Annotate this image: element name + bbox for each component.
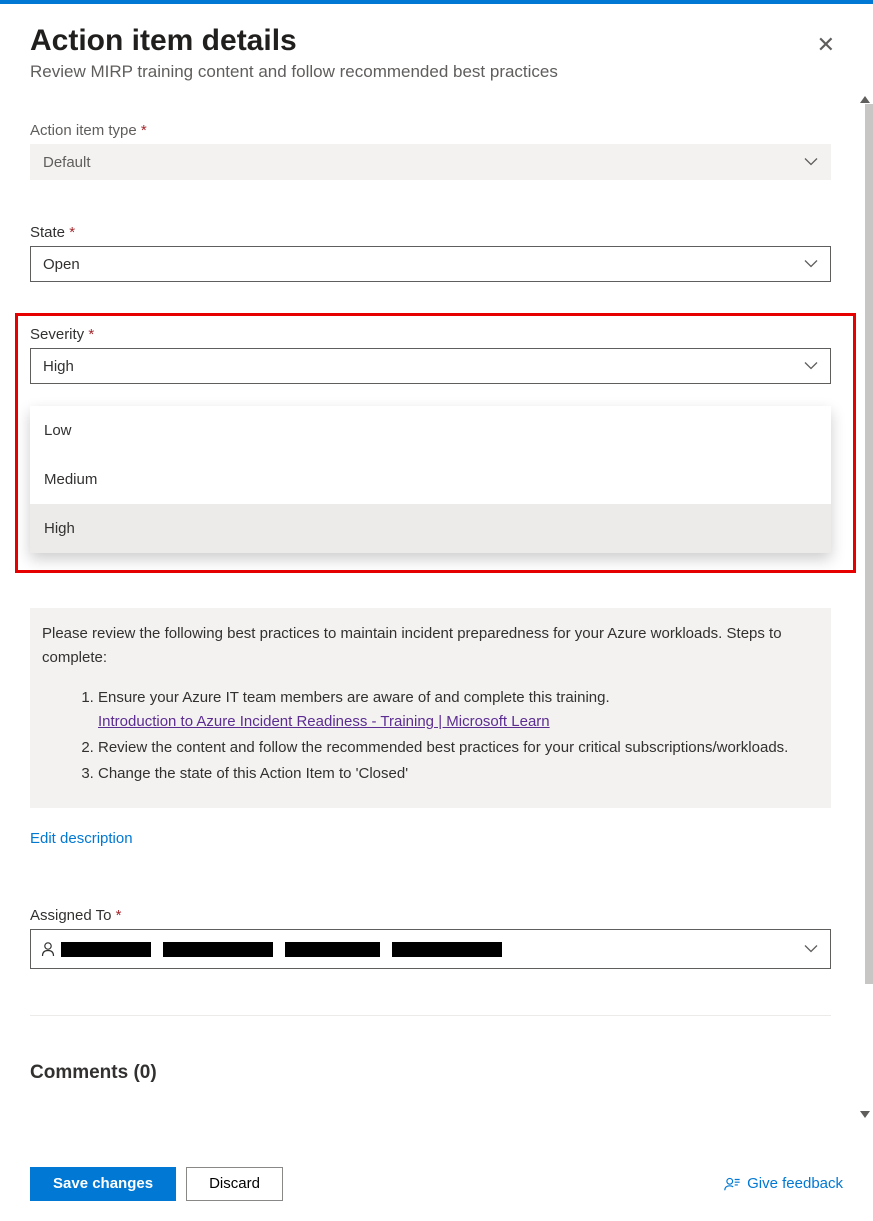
field-state: State * Open bbox=[30, 224, 831, 282]
panel-subtitle: Review MIRP training content and follow … bbox=[30, 62, 558, 82]
required-asterisk: * bbox=[69, 224, 75, 241]
chevron-down-icon bbox=[804, 945, 818, 954]
redacted-text bbox=[285, 942, 380, 957]
severity-option-high[interactable]: High bbox=[30, 504, 831, 553]
description-step-2: Review the content and follow the recomm… bbox=[98, 736, 819, 760]
scrollbar-thumb[interactable] bbox=[865, 104, 873, 984]
field-assigned-to: Assigned To * bbox=[30, 907, 831, 969]
select-value: Open bbox=[43, 256, 80, 273]
feedback-icon bbox=[723, 1175, 741, 1193]
required-asterisk: * bbox=[141, 122, 147, 139]
description-intro: Please review the following best practic… bbox=[42, 622, 819, 670]
panel-title: Action item details bbox=[30, 24, 558, 58]
label-assigned-to: Assigned To * bbox=[30, 907, 831, 924]
give-feedback-link[interactable]: Give feedback bbox=[723, 1175, 843, 1193]
severity-option-medium[interactable]: Medium bbox=[30, 455, 831, 504]
footer-bar: Save changes Discard Give feedback bbox=[0, 1145, 873, 1221]
select-assigned-to[interactable] bbox=[30, 929, 831, 969]
label-state: State * bbox=[30, 224, 831, 241]
select-state[interactable]: Open bbox=[30, 246, 831, 282]
redacted-text bbox=[163, 942, 273, 957]
redacted-text bbox=[392, 942, 502, 957]
severity-option-low[interactable]: Low bbox=[30, 406, 831, 455]
close-button[interactable]: ✕ bbox=[809, 30, 843, 60]
section-divider bbox=[30, 1015, 831, 1016]
chevron-down-icon bbox=[804, 260, 818, 269]
label-severity: Severity * bbox=[30, 326, 831, 343]
chevron-down-icon bbox=[804, 158, 818, 167]
description-step-3: Change the state of this Action Item to … bbox=[98, 762, 819, 786]
label-description-clipped bbox=[30, 584, 831, 598]
field-severity: Severity * High bbox=[30, 326, 831, 384]
required-asterisk: * bbox=[88, 326, 94, 343]
training-link[interactable]: Introduction to Azure Incident Readiness… bbox=[98, 713, 550, 730]
select-value: High bbox=[43, 358, 74, 375]
select-value: Default bbox=[43, 154, 91, 171]
save-changes-button[interactable]: Save changes bbox=[30, 1167, 176, 1201]
edit-description-link[interactable]: Edit description bbox=[30, 830, 133, 847]
person-icon bbox=[41, 941, 57, 957]
description-step-1: Ensure your Azure IT team members are aw… bbox=[98, 686, 819, 734]
select-severity[interactable]: High bbox=[30, 348, 831, 384]
scroll-up-arrow-icon[interactable] bbox=[860, 96, 870, 103]
description-box: Please review the following best practic… bbox=[30, 608, 831, 808]
discard-button[interactable]: Discard bbox=[186, 1167, 283, 1201]
redacted-text bbox=[61, 942, 151, 957]
severity-dropdown-list: Low Medium High bbox=[30, 406, 831, 553]
field-action-item-type: Action item type * Default bbox=[30, 122, 831, 180]
select-action-item-type: Default bbox=[30, 144, 831, 180]
comments-header: Comments (0) bbox=[30, 1062, 831, 1084]
scroll-down-arrow-icon[interactable] bbox=[860, 1111, 870, 1118]
chevron-down-icon bbox=[804, 362, 818, 371]
label-action-item-type: Action item type * bbox=[30, 122, 831, 139]
required-asterisk: * bbox=[116, 907, 122, 924]
close-icon: ✕ bbox=[817, 32, 835, 57]
